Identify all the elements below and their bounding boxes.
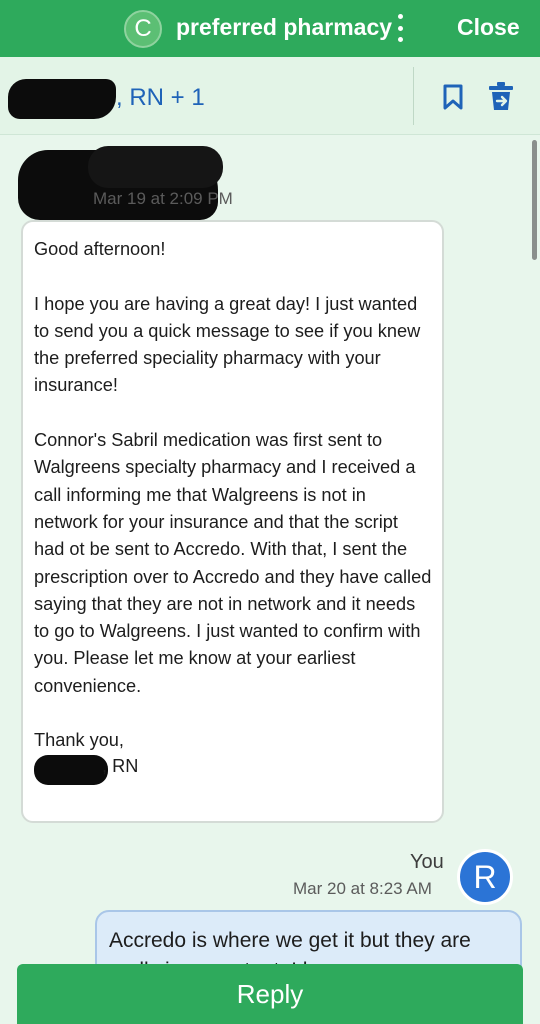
redacted-participant-name	[8, 79, 116, 119]
close-button[interactable]: Close	[457, 14, 520, 41]
trash-icon[interactable]	[488, 81, 514, 111]
incoming-message-bubble: Good afternoon! I hope you are having a …	[21, 220, 444, 823]
signature-credential: , RN	[102, 755, 139, 776]
redacted-sender-name-2	[88, 146, 223, 188]
participants-link[interactable]: , RN + 1	[116, 84, 205, 112]
conversation-header: , RN + 1	[0, 57, 540, 135]
conversation-badge: C	[124, 10, 162, 48]
scrollbar[interactable]	[532, 140, 537, 260]
redacted-signature-name	[34, 754, 108, 785]
avatar: R	[457, 849, 513, 905]
conversation-title: preferred pharmacy	[176, 14, 393, 40]
outgoing-sender-name: You	[410, 851, 444, 873]
outgoing-timestamp: Mar 20 at 8:23 AM	[293, 879, 432, 898]
message-signature: , RN	[34, 754, 432, 785]
bookmark-icon[interactable]	[442, 83, 464, 111]
incoming-message-text: Good afternoon! I hope you are having a …	[34, 239, 432, 751]
reply-button[interactable]: Reply	[17, 964, 523, 1024]
header-divider	[413, 67, 414, 125]
kebab-menu-icon[interactable]	[394, 12, 406, 44]
top-bar: C preferred pharmacy Close	[0, 0, 540, 57]
message-timestamp: Mar 19 at 2:09 PM	[93, 189, 233, 208]
